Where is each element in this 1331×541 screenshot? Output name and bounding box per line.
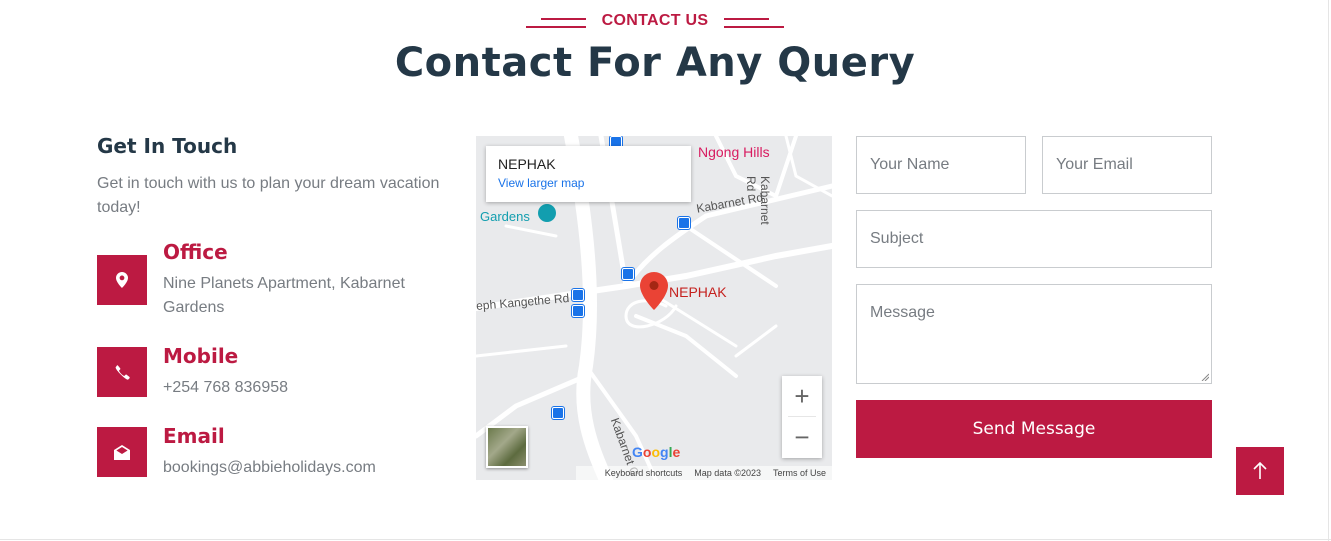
message-placeholder: Message xyxy=(870,304,935,321)
decorative-lines-right xyxy=(724,16,785,28)
subject-input[interactable]: Subject xyxy=(856,210,1212,268)
envelope-open-icon xyxy=(97,427,147,477)
bus-stop-icon xyxy=(678,217,690,229)
section-label-text: CONTACT US xyxy=(601,12,709,29)
arrow-up-icon xyxy=(1253,462,1267,479)
keyboard-shortcuts-link[interactable]: Keyboard shortcuts xyxy=(605,468,683,478)
get-in-touch-title: Get In Touch xyxy=(97,134,238,158)
zoom-in-button[interactable]: + xyxy=(782,376,822,416)
map-marker-pin-icon[interactable] xyxy=(640,272,668,315)
terms-of-use-link[interactable]: Terms of Use xyxy=(773,468,826,478)
page-title: Contact For Any Query xyxy=(394,40,916,86)
google-logo: Google xyxy=(632,444,681,460)
bus-stop-icon xyxy=(572,289,584,301)
map-info-card: NEPHAK View larger map xyxy=(486,146,691,202)
map-marker-label: NEPHAK xyxy=(669,284,727,300)
mobile-heading: Mobile xyxy=(163,344,239,368)
map-zoom-control: + − xyxy=(782,376,822,458)
decorative-lines-left xyxy=(525,16,586,28)
bus-stop-icon xyxy=(552,407,564,419)
map-data-text: Map data ©2023 xyxy=(694,468,761,478)
email-address[interactable]: bookings@abbieholidays.com xyxy=(163,456,443,480)
map-attribution: Keyboard shortcuts Map data ©2023 Terms … xyxy=(576,466,832,480)
section-label: CONTACT US xyxy=(0,12,1310,30)
map-place-name: NEPHAK xyxy=(498,156,556,172)
email-heading: Email xyxy=(163,424,225,448)
email-input[interactable]: Your Email xyxy=(1042,136,1212,194)
bus-stop-icon xyxy=(622,268,634,280)
map-marker-icon xyxy=(97,255,147,305)
send-message-button[interactable]: Send Message xyxy=(856,400,1212,458)
name-placeholder: Your Name xyxy=(870,156,950,173)
email-placeholder: Your Email xyxy=(1056,156,1133,173)
office-heading: Office xyxy=(163,240,228,264)
message-textarea[interactable]: Message xyxy=(856,284,1212,384)
subject-placeholder: Subject xyxy=(870,230,924,247)
office-address: Nine Planets Apartment, Kabarnet Gardens xyxy=(163,275,405,316)
right-edge-divider xyxy=(1328,0,1329,541)
phone-icon xyxy=(97,347,147,397)
embedded-map[interactable]: Ngong Hills Kabarnet Rd Kabarnet Rd Gard… xyxy=(476,136,832,480)
map-label-ngong-hills: Ngong Hills xyxy=(698,144,770,160)
map-label-gardens: Gardens xyxy=(480,209,530,224)
get-in-touch-block: Get In Touch Get in touch with us to pla… xyxy=(97,134,457,220)
map-label-kabarnet-rd-vertical: Kabarnet Rd xyxy=(744,176,772,225)
zoom-out-button[interactable]: − xyxy=(782,417,822,457)
bus-stop-icon xyxy=(572,305,584,317)
back-to-top-button[interactable] xyxy=(1236,447,1284,495)
resize-handle-icon[interactable] xyxy=(1201,373,1209,381)
name-input[interactable]: Your Name xyxy=(856,136,1026,194)
view-larger-map-link[interactable]: View larger map xyxy=(498,176,679,190)
mobile-number: +254 768 836958 xyxy=(163,379,289,396)
satellite-toggle-button[interactable] xyxy=(486,426,528,468)
bottom-divider xyxy=(0,539,1331,540)
get-in-touch-description: Get in touch with us to plan your dream … xyxy=(97,175,440,216)
camera-poi-icon xyxy=(538,204,556,222)
